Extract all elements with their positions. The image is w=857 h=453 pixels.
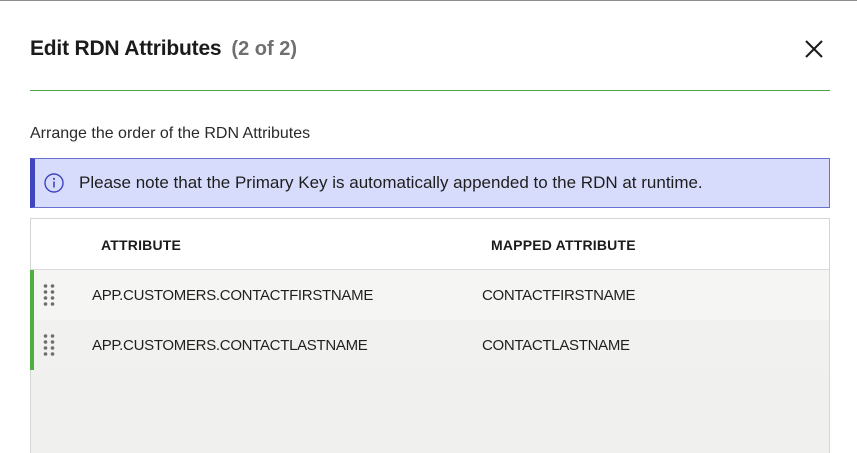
close-button[interactable] [799, 34, 829, 64]
column-header-mapped-attribute: MAPPED ATTRIBUTE [491, 237, 636, 253]
step-indicator: (2 of 2) [231, 37, 297, 60]
rdn-attributes-table: ATTRIBUTE MAPPED ATTRIBUTE APP.CUSTOMERS… [30, 218, 830, 453]
mapped-attribute-cell: CONTACTFIRSTNAME [482, 287, 636, 304]
table-row[interactable]: APP.CUSTOMERS.CONTACTLASTNAME CONTACTLAS… [30, 320, 829, 370]
table-header: ATTRIBUTE MAPPED ATTRIBUTE [31, 219, 829, 270]
drag-handle-icon[interactable] [42, 333, 56, 357]
drag-handle-icon[interactable] [42, 283, 56, 307]
info-icon [43, 172, 65, 194]
info-banner-text: Please note that the Primary Key is auto… [79, 173, 703, 192]
column-header-attribute: ATTRIBUTE [101, 237, 182, 253]
header-divider [30, 90, 830, 91]
dialog-title: Edit RDN Attributes [30, 37, 222, 60]
instructions-text: Arrange the order of the RDN Attributes [30, 125, 311, 142]
table-empty-area [31, 370, 829, 453]
attribute-cell: APP.CUSTOMERS.CONTACTFIRSTNAME [92, 287, 374, 304]
attribute-cell: APP.CUSTOMERS.CONTACTLASTNAME [92, 337, 368, 354]
close-icon [805, 40, 823, 58]
mapped-attribute-cell: CONTACTLASTNAME [482, 337, 630, 354]
info-banner: Please note that the Primary Key is auto… [30, 158, 830, 208]
dialog-header: Edit RDN Attributes (2 of 2) [30, 34, 829, 64]
table-row[interactable]: APP.CUSTOMERS.CONTACTFIRSTNAME CONTACTFI… [30, 270, 829, 320]
edit-rdn-dialog: Edit RDN Attributes (2 of 2) Arrange the… [0, 0, 857, 453]
